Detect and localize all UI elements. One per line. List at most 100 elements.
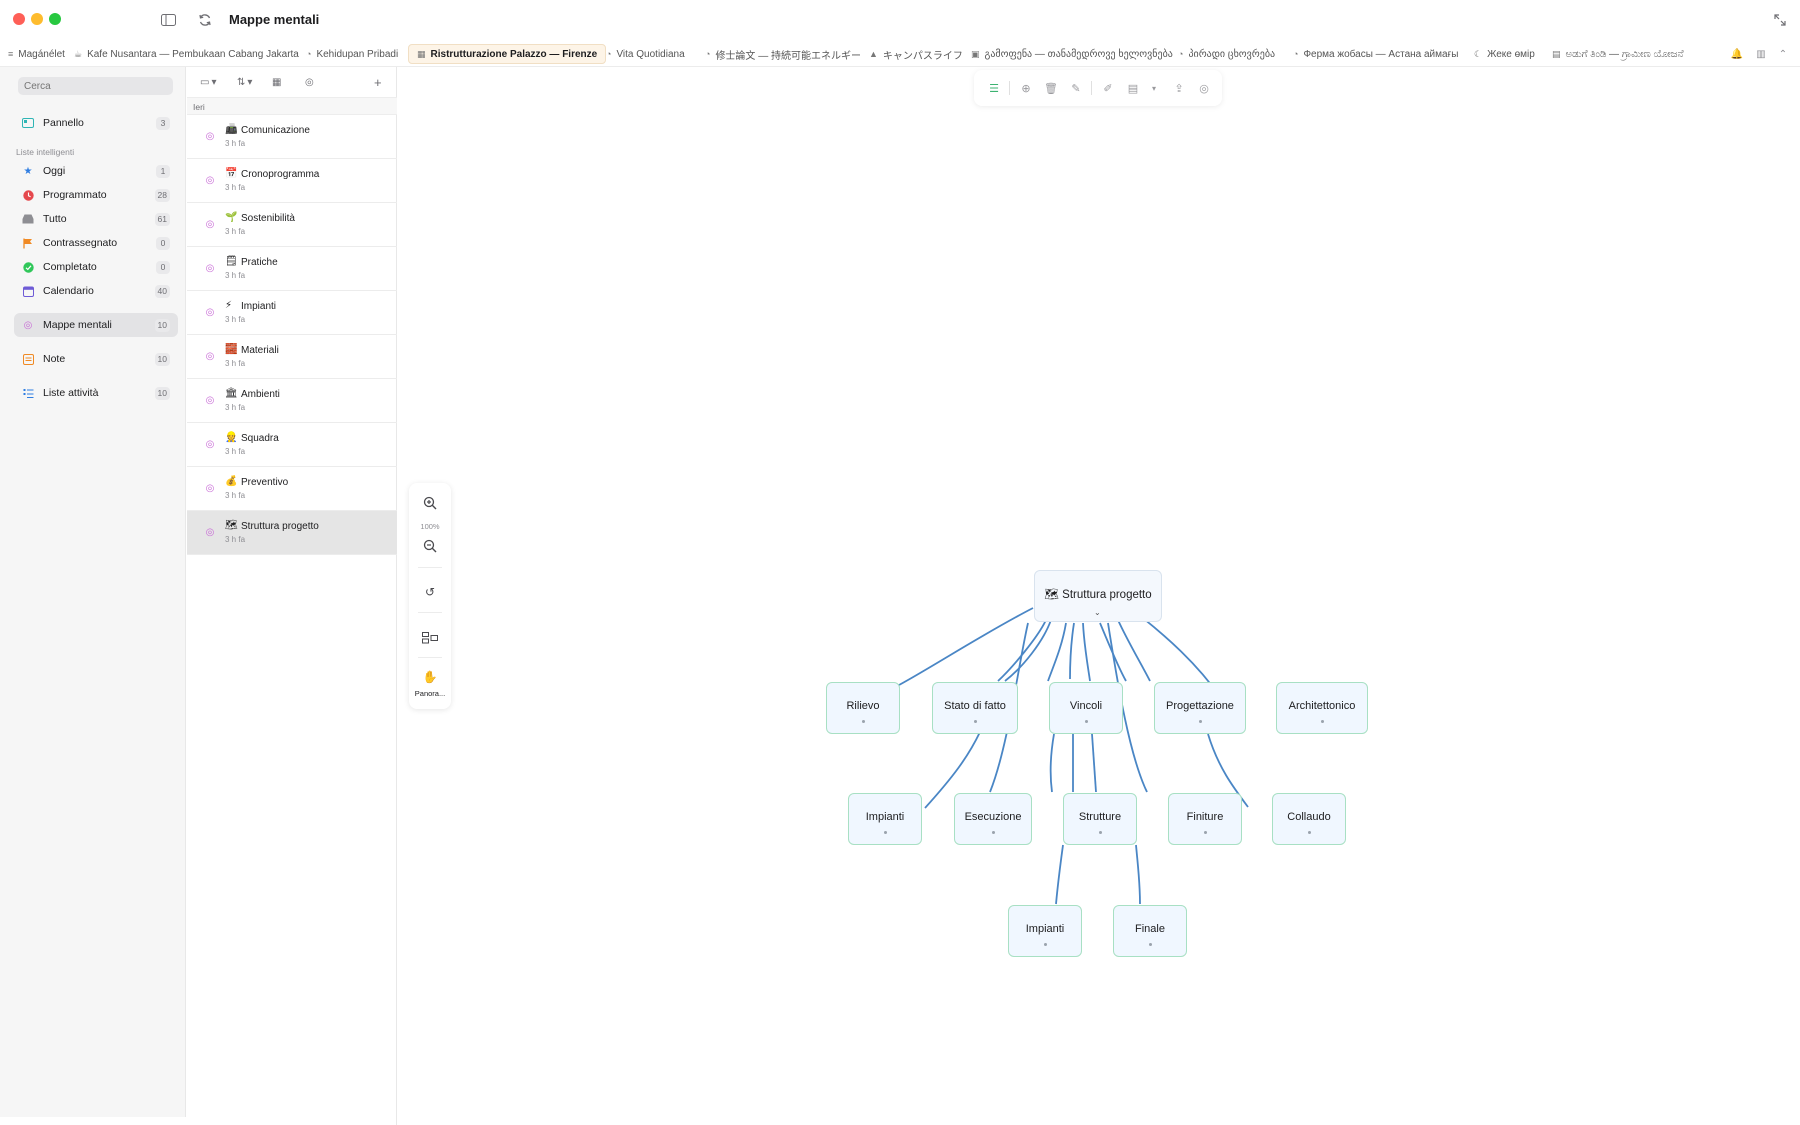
tab-2[interactable]: ◔ Kehidupan Pribadi bbox=[298, 44, 406, 64]
chevron-down-icon[interactable]: ⌄ bbox=[1094, 608, 1101, 617]
calendar-icon bbox=[22, 285, 34, 297]
bubble-icon: ◔ bbox=[606, 49, 612, 59]
bubble-icon: ◔ bbox=[306, 49, 312, 59]
list-item-title: Struttura progetto bbox=[241, 521, 319, 532]
sidebar-item-label: Programmato bbox=[43, 189, 107, 201]
tab-0[interactable]: ≡ Magánélet bbox=[0, 44, 73, 64]
tab-label: Kafe Nusantara — Pembukaan Cabang Jakart… bbox=[87, 48, 299, 60]
sidebar-item-flagged[interactable]: Contrassegnato 0 bbox=[14, 231, 178, 255]
mindmap-node[interactable]: Architettonico bbox=[1276, 682, 1368, 734]
brain-icon: ◎ bbox=[205, 438, 215, 450]
zoom-window-button[interactable] bbox=[49, 13, 61, 25]
check-circle-icon bbox=[22, 261, 34, 273]
mindmap-node[interactable]: Vincoli bbox=[1049, 682, 1123, 734]
inbox-filter-button[interactable]: ▭ ▾ bbox=[200, 74, 216, 90]
chevron-up-icon[interactable]: ⌃ bbox=[1774, 46, 1792, 62]
map-emoji: 🗺 bbox=[1044, 589, 1059, 601]
count-badge: 28 bbox=[154, 189, 170, 202]
mindmap-node[interactable]: Strutture bbox=[1063, 793, 1137, 845]
sidebar-item-completed[interactable]: Completato 0 bbox=[14, 255, 178, 279]
tab-5[interactable]: ◔ 修士論文 — 持続可能エネルギー bbox=[697, 44, 869, 64]
tab-9[interactable]: ◔ Ферма жобасы — Астана аймағы bbox=[1285, 44, 1466, 64]
fullscreen-icon[interactable] bbox=[1769, 9, 1791, 31]
tab-6[interactable]: ▲ キャンパスライフ bbox=[861, 44, 971, 64]
list-item-time: 3 h fa bbox=[225, 183, 246, 192]
tab-label: ಅಡುಗೆ ತಿಂಡಿ — ಗ್ರಾಮೀಣ ಯೋಜನೆ bbox=[1565, 48, 1684, 60]
node-label: Collaudo bbox=[1287, 811, 1331, 823]
mindmap-node[interactable]: Rilievo bbox=[826, 682, 900, 734]
tab-7[interactable]: ▣ გამოფენა — თანამედროვე ხელოვნება bbox=[963, 44, 1181, 64]
sync-icon[interactable] bbox=[194, 9, 216, 31]
list-item[interactable]: ◎ 🧱 Materiali 3 h fa bbox=[187, 335, 397, 379]
count-badge: 0 bbox=[156, 261, 170, 274]
edge bbox=[1082, 622, 1091, 682]
list-item-emoji: 📅 bbox=[225, 168, 238, 179]
list-item[interactable]: ◎ 📅 Cronoprogramma 3 h fa bbox=[187, 159, 397, 203]
count-badge: 61 bbox=[154, 213, 170, 226]
sidebar-item-scheduled[interactable]: Programmato 28 bbox=[14, 183, 178, 207]
list-item-emoji: 📠 bbox=[225, 124, 238, 135]
chevron-down-icon: ▾ bbox=[211, 76, 217, 88]
show-completed-button[interactable]: ◎ bbox=[305, 74, 314, 90]
layout-icon[interactable]: ▥ bbox=[1752, 46, 1770, 62]
tab-11[interactable]: ▤ ಅಡುಗೆ ತಿಂಡಿ — ಗ್ರಾಮೀಣ ಯೋಜನೆ bbox=[1544, 44, 1692, 64]
list-item[interactable]: ◎ 🏛 Ambienti 3 h fa bbox=[187, 379, 397, 423]
node-label: Impianti bbox=[865, 811, 905, 823]
tab-label: Жеке өмір bbox=[1487, 48, 1535, 60]
mindmap-root-node[interactable]: 🗺 Struttura progetto ⌄ bbox=[1034, 570, 1162, 622]
list-item-time: 3 h fa bbox=[225, 271, 246, 280]
mindmap-node[interactable]: Finale bbox=[1113, 905, 1187, 957]
list-item[interactable]: ◎ 🗒 Pratiche 3 h fa bbox=[187, 247, 397, 291]
list-item[interactable]: ◎ 📠 Comunicazione 3 h fa bbox=[187, 115, 397, 159]
list-item[interactable]: ◎ 💰 Preventivo 3 h fa bbox=[187, 467, 397, 511]
tab-8[interactable]: ◔ პირადი ცხოვრება bbox=[1170, 44, 1283, 64]
sidebar-item-label: Pannello bbox=[43, 117, 84, 129]
list-item[interactable]: ◎ 👷 Squadra 3 h fa bbox=[187, 423, 397, 467]
bell-icon[interactable]: 🔔 bbox=[1728, 46, 1746, 62]
list-item[interactable]: ◎ ⚡ Impianti 3 h fa bbox=[187, 291, 397, 335]
smart-lists-heading: Liste intelligenti bbox=[16, 147, 75, 157]
list-item-selected[interactable]: ◎ 🗺 Struttura progetto 3 h fa bbox=[187, 511, 397, 555]
sort-button[interactable]: ⇅ ▾ bbox=[237, 74, 252, 90]
sidebar-item-today[interactable]: ★ Oggi 1 bbox=[14, 159, 178, 183]
mindmap-node[interactable]: Impianti bbox=[848, 793, 922, 845]
mindmap-node[interactable]: Progettazione bbox=[1154, 682, 1246, 734]
tab-4[interactable]: ◔ Vita Quotidiana bbox=[598, 44, 693, 64]
mindmap-node[interactable]: Collaudo bbox=[1272, 793, 1346, 845]
sidebar-item-all[interactable]: Tutto 61 bbox=[14, 207, 178, 231]
window-title: Mappe mentali bbox=[229, 12, 320, 27]
sidebar-item-label: Calendario bbox=[43, 285, 94, 297]
star-icon: ★ bbox=[23, 165, 33, 177]
node-label: Finiture bbox=[1186, 811, 1224, 823]
sidebar-item-notes[interactable]: Note 10 bbox=[14, 347, 178, 371]
node-label: Strutture bbox=[1078, 811, 1122, 823]
sidebar-item-tasklists[interactable]: Liste attività 10 bbox=[14, 381, 178, 405]
list-item-title: Comunicazione bbox=[241, 125, 310, 136]
sidebar-item-label: Oggi bbox=[43, 165, 66, 177]
sidebar-toggle-icon[interactable] bbox=[157, 9, 179, 31]
node-dot bbox=[1084, 720, 1088, 723]
close-window-button[interactable] bbox=[13, 13, 25, 25]
list-item[interactable]: ◎ 🌱 Sostenibilità 3 h fa bbox=[187, 203, 397, 247]
tab-10[interactable]: ☾ Жеке өмір bbox=[1466, 44, 1543, 64]
mindmap-node[interactable]: Stato di fatto bbox=[932, 682, 1018, 734]
list-item-emoji: 💰 bbox=[225, 476, 238, 487]
count-badge: 10 bbox=[154, 353, 170, 366]
list-item-title: Materiali bbox=[241, 345, 279, 356]
mindmap-node[interactable]: Impianti bbox=[1008, 905, 1082, 957]
minimize-window-button[interactable] bbox=[31, 13, 43, 25]
add-mindmap-button[interactable]: + bbox=[374, 74, 382, 90]
mindmap-node[interactable]: Esecuzione bbox=[954, 793, 1032, 845]
list-item-time: 3 h fa bbox=[225, 535, 246, 544]
sidebar-item-mindmaps[interactable]: ◎ Mappe mentali 10 bbox=[14, 313, 178, 337]
tab-1[interactable]: ☕ Kafe Nusantara — Pembukaan Cabang Jakar… bbox=[66, 44, 307, 64]
mindmap-node[interactable]: Finiture bbox=[1168, 793, 1242, 845]
search-input[interactable] bbox=[18, 77, 173, 95]
count-badge: 10 bbox=[154, 387, 170, 400]
sidebar-item-dashboard[interactable]: Pannello 3 bbox=[14, 111, 178, 135]
tab-3[interactable]: ▦ Ristrutturazione Palazzo — Firenze bbox=[408, 44, 607, 64]
view-mode-button[interactable]: ▦ bbox=[272, 74, 281, 90]
mindmap-canvas[interactable]: ☰ ⊕ 🗑 ✎ ✐ ▤ ▾ ⇪ ◎ 100% ↺ ✋ Panora... 🗺 S… bbox=[398, 67, 1800, 1125]
sidebar-item-calendar[interactable]: Calendario 40 bbox=[14, 279, 178, 303]
cup-icon: ☕ bbox=[74, 48, 83, 59]
